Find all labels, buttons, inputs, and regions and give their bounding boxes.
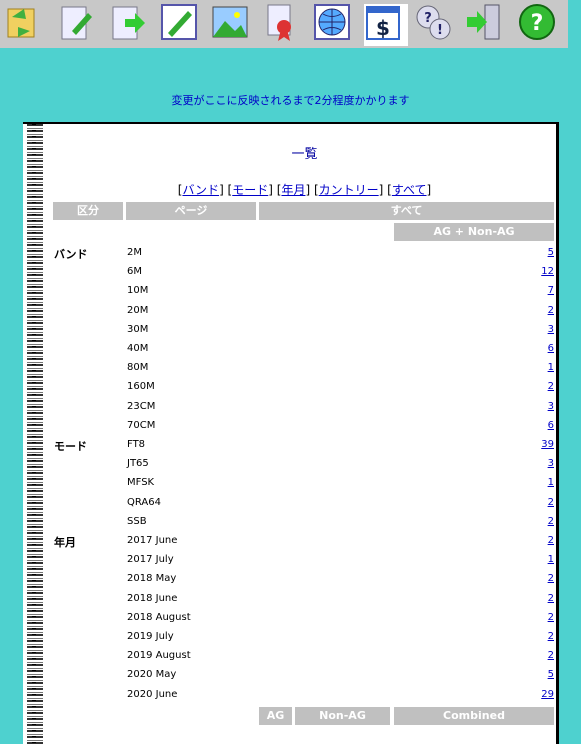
category-label: モード — [54, 440, 87, 453]
count-link[interactable]: 2 — [548, 573, 554, 584]
help-balloon-icon[interactable]: ?! — [414, 3, 452, 41]
svg-text:$: $ — [376, 16, 390, 40]
spiral-binding — [27, 124, 43, 744]
calendar-dollar-icon[interactable]: $ — [364, 4, 408, 46]
page-label: 2M — [127, 247, 142, 258]
page-title: 一覧 — [291, 147, 318, 162]
category-label: バンド — [54, 248, 88, 261]
link-yearmonth[interactable]: 年月 — [281, 183, 305, 197]
page-label: 2020 June — [127, 689, 178, 700]
count-link[interactable]: 2 — [548, 305, 554, 316]
page-label: 80M — [127, 362, 149, 373]
count-link[interactable]: 1 — [548, 554, 554, 565]
count-link[interactable]: 2 — [548, 650, 554, 661]
page-label: 2018 June — [127, 593, 178, 604]
update-notice: 変更がここに反映されるまで2分程度かかります — [171, 94, 410, 107]
link-band[interactable]: バンド — [182, 183, 219, 197]
header-ag-nonag: AG + Non-AG — [394, 223, 554, 241]
page-label: 2019 July — [127, 631, 174, 642]
page-label: 2017 July — [127, 554, 174, 565]
svg-text:!: ! — [437, 23, 443, 38]
svg-text:?: ? — [531, 11, 544, 36]
page-label: 40M — [127, 343, 149, 354]
toolbar: $ ?! ? — [0, 0, 568, 48]
certificate-icon[interactable] — [262, 3, 300, 41]
page-label: 10M — [127, 285, 149, 296]
page-label: 23CM — [127, 401, 156, 412]
page-label: MFSK — [127, 477, 155, 488]
count-link[interactable]: 2 — [548, 497, 554, 508]
nav-links: [バンド] [モード] [年月] [カントリー] [すべて] — [177, 183, 432, 197]
count-link[interactable]: 1 — [548, 362, 554, 373]
count-link[interactable]: 3 — [548, 324, 554, 335]
link-mode[interactable]: モード — [232, 183, 268, 197]
footer-header-nonag: Non-AG — [295, 707, 390, 725]
svg-text:?: ? — [424, 11, 432, 26]
page-label: 2017 June — [127, 535, 178, 546]
count-link[interactable]: 39 — [541, 439, 554, 450]
count-link[interactable]: 1 — [548, 477, 554, 488]
page-label: 30M — [127, 324, 149, 335]
count-link[interactable]: 2 — [548, 593, 554, 604]
count-link[interactable]: 5 — [548, 669, 554, 680]
page-label: 2018 August — [127, 612, 191, 623]
exit-door-icon[interactable] — [465, 3, 503, 41]
count-link[interactable]: 2 — [548, 381, 554, 392]
header-all: すべて — [259, 202, 554, 220]
page-label: 6M — [127, 266, 142, 277]
count-link[interactable]: 12 — [541, 266, 554, 277]
header-page: ページ — [126, 202, 256, 220]
count-link[interactable]: 29 — [541, 689, 554, 700]
edit-document-icon[interactable] — [58, 3, 96, 41]
pencil-icon[interactable] — [160, 3, 198, 41]
count-link[interactable]: 2 — [548, 516, 554, 527]
count-link[interactable]: 2 — [548, 612, 554, 623]
count-link[interactable]: 2 — [548, 631, 554, 642]
count-link[interactable]: 3 — [548, 401, 554, 412]
footer-header-ag: AG — [259, 707, 292, 725]
page-label: 2020 May — [127, 669, 177, 680]
page-label: QRA64 — [127, 497, 161, 508]
list-card: 一覧 [バンド] [モード] [年月] [カントリー] [すべて] 区分 ページ… — [23, 122, 559, 744]
count-link[interactable]: 7 — [548, 285, 554, 296]
page-label: SSB — [127, 516, 147, 527]
link-country[interactable]: カントリー — [319, 183, 379, 197]
page-label: FT8 — [127, 439, 146, 450]
link-all[interactable]: すべて — [392, 183, 427, 197]
count-link[interactable]: 5 — [548, 247, 554, 258]
header-category: 区分 — [53, 202, 123, 220]
help-circle-icon[interactable]: ? — [518, 3, 556, 41]
page-label: JT65 — [127, 458, 149, 469]
landscape-image-icon[interactable] — [211, 3, 249, 41]
count-link[interactable]: 6 — [548, 420, 554, 431]
page-label: 2019 August — [127, 650, 191, 661]
page-label: 160M — [127, 381, 155, 392]
globe-icon[interactable] — [313, 3, 351, 41]
count-link[interactable]: 2 — [548, 535, 554, 546]
page-label: 20M — [127, 305, 149, 316]
category-label: 年月 — [54, 536, 76, 549]
refresh-icon[interactable] — [4, 3, 42, 41]
count-link[interactable]: 3 — [548, 458, 554, 469]
page-label: 2018 May — [127, 573, 177, 584]
footer-header-combined: Combined — [394, 707, 554, 725]
page-label: 70CM — [127, 420, 156, 431]
export-document-icon[interactable] — [109, 3, 147, 41]
count-link[interactable]: 6 — [548, 343, 554, 354]
